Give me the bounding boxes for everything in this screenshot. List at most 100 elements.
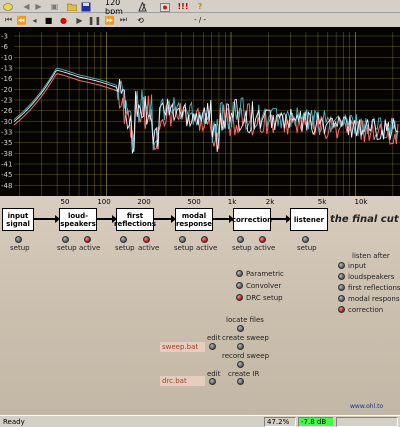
status-level-db: -7.8 dB (298, 417, 334, 427)
stage-label: correction (231, 215, 273, 224)
create-ir-label: create IR (228, 370, 260, 378)
pause-icon[interactable]: ❚❚ (88, 14, 101, 26)
record-sweep-label: record sweep (222, 352, 270, 360)
setup-first-reflections-button[interactable] (120, 236, 127, 243)
back-arrow-icon[interactable]: ◀ (21, 1, 32, 12)
listen-modal-response-radio[interactable] (338, 295, 345, 302)
status-text: Ready (3, 418, 25, 426)
edit-drc-label: edit (207, 370, 221, 378)
listen-modal-response-label: modal response (348, 295, 400, 303)
active-loudspeakers-button[interactable] (84, 236, 91, 243)
create-ir-button[interactable] (237, 378, 244, 385)
alert-button[interactable]: !!! (175, 1, 191, 12)
create-sweep-button[interactable] (237, 343, 244, 350)
locate-files-button[interactable] (237, 325, 244, 332)
setup-label: setup (10, 244, 30, 252)
setup-correction-button[interactable] (237, 236, 244, 243)
stage-label: listener (293, 215, 325, 224)
edit-drc-button[interactable] (209, 378, 216, 385)
y-tick-label: -16 (1, 75, 13, 83)
active-label: active (138, 244, 160, 252)
stage-modal-response[interactable]: modal response (175, 208, 213, 231)
save-icon[interactable] (80, 1, 91, 12)
parametric-button[interactable] (236, 270, 243, 277)
convolver-label: Convolver (246, 282, 282, 290)
stage-first-reflections[interactable]: first reflections (114, 208, 156, 231)
new-icon[interactable] (2, 1, 13, 12)
x-tick-label: 5k (317, 198, 327, 206)
metronome-icon[interactable] (137, 1, 148, 12)
y-tick-label: -41 (1, 161, 12, 169)
drc-setup-button[interactable] (236, 294, 243, 301)
active-label: active (79, 244, 101, 252)
listen-input-radio[interactable] (338, 262, 345, 269)
chain-arrow (271, 215, 291, 223)
open-folder-icon[interactable] (66, 1, 77, 12)
tempo-label: 120 bpm (105, 0, 123, 16)
website-link[interactable]: www.ohl.to (350, 403, 383, 410)
active-label: active (196, 244, 218, 252)
x-tick-label: 200 (137, 198, 151, 206)
y-tick-label: -45 (1, 171, 12, 179)
create-sweep-label: create sweep (222, 334, 269, 342)
edit-sweep-button[interactable] (209, 343, 216, 350)
step-back-icon[interactable]: ◂ (29, 14, 40, 26)
stage-label: first reflections (114, 211, 156, 228)
active-modal-response-button[interactable] (201, 236, 208, 243)
y-tick-label: -48 (1, 182, 12, 190)
status-bar: Ready 47.2% -7.8 dB (0, 415, 400, 427)
setup-listener-button[interactable] (302, 236, 309, 243)
skip-back-icon[interactable]: ⏮ (3, 14, 14, 26)
help-button[interactable]: ? (195, 1, 205, 12)
sweep-bat-field[interactable]: sweep.bat (160, 342, 205, 352)
stage-listener[interactable]: listener (290, 208, 328, 231)
main-toolbar: ◀ ▶ ▣ 120 bpm !!! ? (0, 0, 400, 16)
record-icon[interactable]: ● (58, 14, 69, 26)
frequency-response-svg: -3 -6 -10 -13 -16 -20 -23 -26 -30 -33 -35 -38 -41 -45… (0, 27, 400, 196)
stop-icon[interactable]: ■ (43, 14, 54, 26)
y-tick-label: -35 (1, 139, 12, 147)
stage-input-signal[interactable]: input signal (2, 208, 34, 231)
stage-correction[interactable]: correction (231, 208, 273, 231)
record-config-icon[interactable] (159, 1, 170, 12)
setup-label: setup (232, 244, 252, 252)
play-icon[interactable]: ▶ (74, 14, 85, 26)
stage-loudspeakers[interactable]: loud- speakers (59, 208, 97, 231)
active-first-reflections-button[interactable] (143, 236, 150, 243)
skip-forward-icon[interactable]: ⏭ (118, 14, 129, 26)
x-tick-label: 1k (227, 198, 237, 206)
setup-input-button[interactable] (15, 236, 22, 243)
listen-loudspeakers-radio[interactable] (338, 273, 345, 280)
transport-bar: ⏮ ⏪ ◂ ■ ● ▶ ❚❚ ⏩ ⏭ ⟲ - / - (0, 14, 400, 26)
listen-input-label: input (348, 262, 367, 270)
parametric-label: Parametric (246, 270, 284, 278)
setup-loudspeakers-button[interactable] (62, 236, 69, 243)
chain-arrow (213, 215, 234, 223)
fast-forward-icon[interactable]: ⏩ (104, 14, 115, 26)
setup-modal-response-button[interactable] (179, 236, 186, 243)
record-sweep-button[interactable] (237, 361, 244, 368)
loop-icon[interactable]: ⟲ (135, 14, 146, 26)
listen-first-reflections-radio[interactable] (338, 284, 345, 291)
rewind-icon[interactable]: ⏪ (16, 14, 27, 26)
y-tick-label: -13 (1, 65, 12, 73)
y-tick-label: -3 (1, 33, 8, 41)
listen-correction-radio[interactable] (338, 306, 345, 313)
y-tick-label: -20 (1, 86, 12, 94)
active-correction-button[interactable] (259, 236, 266, 243)
forward-arrow-icon[interactable]: ▶ (33, 1, 44, 12)
save-disabled-icon[interactable]: ▣ (49, 1, 60, 12)
y-tick-label: -30 (1, 118, 12, 126)
x-tick-label: 2k (265, 198, 275, 206)
chain-arrow (154, 215, 176, 223)
drc-bat-field[interactable]: drc.bat (160, 376, 205, 386)
signal-chain-panel: 50 100 200 500 1k 2k 5k 10k input signal… (0, 196, 400, 415)
x-tick-label: 500 (187, 198, 201, 206)
app-title: the final cut (330, 214, 399, 225)
x-tick-label: 50 (60, 198, 70, 206)
setup-label: setup (57, 244, 77, 252)
edit-sweep-label: edit (207, 334, 221, 342)
setup-label: setup (174, 244, 194, 252)
listen-first-reflections-label: first reflections (348, 284, 400, 292)
convolver-button[interactable] (236, 282, 243, 289)
